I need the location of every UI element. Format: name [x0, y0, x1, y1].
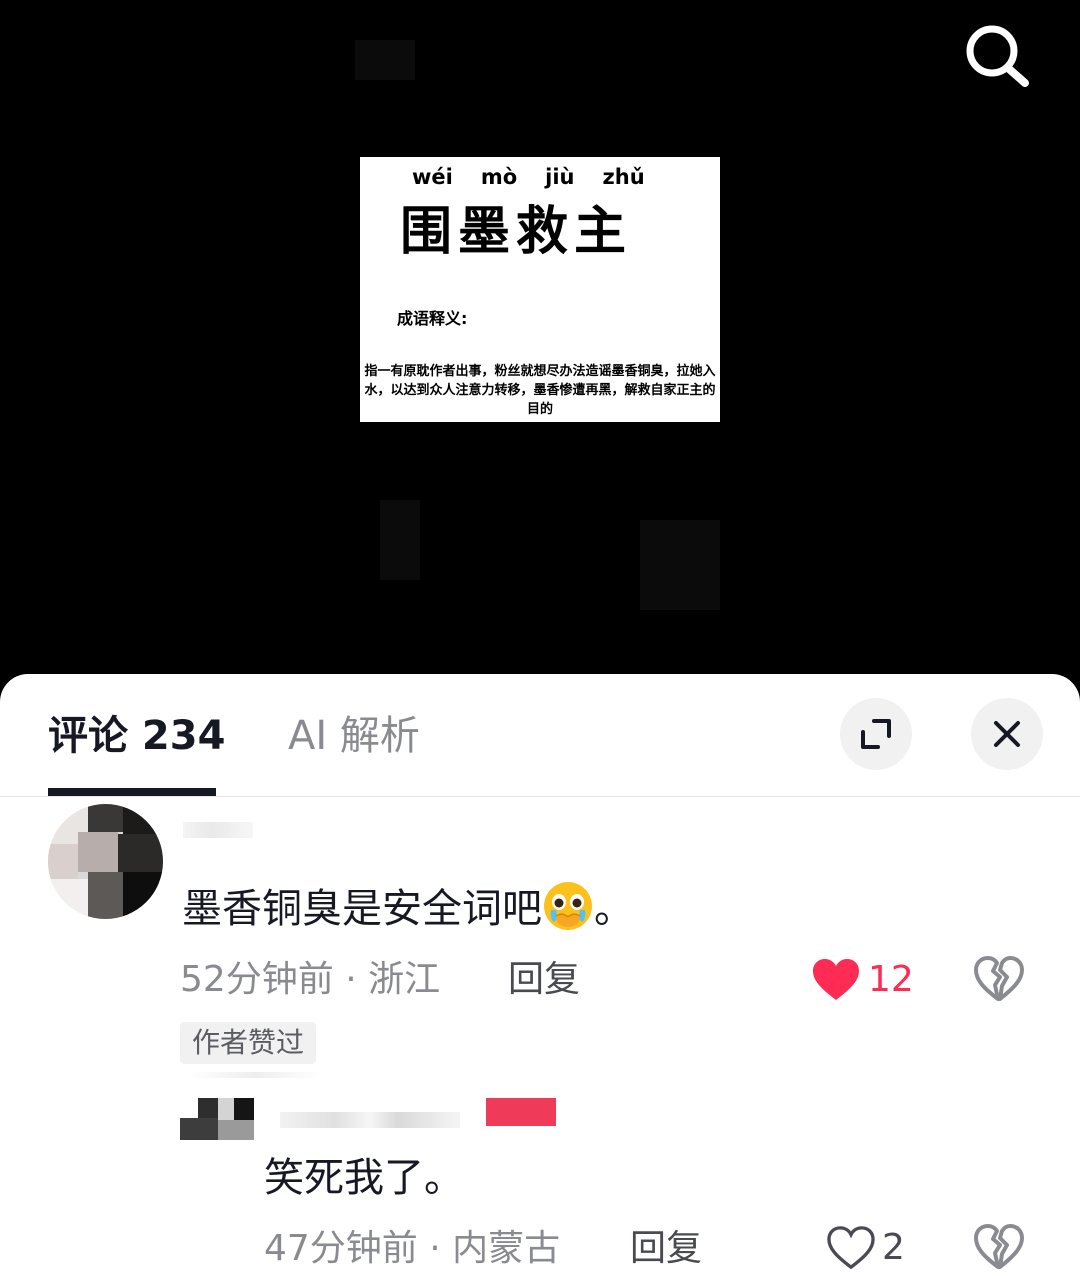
search-icon [966, 25, 1029, 87]
avatar[interactable] [48, 804, 163, 919]
close-button[interactable] [971, 698, 1043, 770]
broken-heart-icon [974, 956, 1024, 1001]
avatar-pixel [123, 804, 163, 834]
divider [190, 1072, 320, 1078]
comment-time-location: 52分钟前 · 浙江 [180, 959, 441, 1000]
avatar-pixel [48, 879, 88, 919]
pinyin-syllable: mò [480, 165, 518, 189]
avatar-pixel [88, 804, 123, 832]
pinyin-syllable: zhǔ [602, 165, 645, 189]
background-shape [380, 500, 420, 580]
like-button[interactable]: 12 [810, 954, 920, 1006]
reply-button[interactable]: 回复 [508, 958, 580, 1002]
comment-text: 笑死我了。 [264, 1155, 464, 1201]
tab-bar: 评论 234 AI 解析 [0, 674, 1080, 797]
avatar-pixel [88, 872, 123, 919]
like-count: 12 [868, 959, 914, 1000]
idiom-title: 围墨救主 [400, 202, 633, 262]
idiom-definition: 指一有原耽作者出事，粉丝就想尽办法造谣墨香铜臭，拉她入水，以达到众人注意力转移，… [364, 364, 716, 417]
heart-outline-icon [827, 1226, 875, 1270]
avatar-pixel [198, 1098, 218, 1120]
heart-filled-icon [813, 959, 859, 1000]
expand-button[interactable] [840, 698, 912, 770]
comment-time-location: 47分钟前 · 内蒙古 [264, 1228, 561, 1269]
idiom-card: wéi mò jiù zhǔ 围墨救主 成语释义: 指一有原耽作者出事，粉丝就想… [360, 157, 720, 422]
close-icon [994, 721, 1020, 747]
idiom-definition-label: 成语释义: [397, 309, 468, 328]
author-tag-redacted [486, 1098, 556, 1126]
avatar-pixel [123, 872, 163, 919]
background-shape [355, 40, 415, 80]
username-redacted[interactable] [183, 822, 253, 838]
broken-heart-icon [974, 1224, 1024, 1269]
comment-sheet: 评论 234 AI 解析 墨香铜臭是安全词吧 。 52分钟前 · 浙江 回复 1… [0, 674, 1080, 1278]
screen: wéi mò jiù zhǔ 围墨救主 成语释义: 指一有原耽作者出事，粉丝就想… [0, 0, 1080, 1278]
tab-active-indicator [48, 788, 216, 796]
author-liked-badge: 作者赞过 [180, 1022, 317, 1064]
like-count: 2 [882, 1227, 905, 1268]
reply-button[interactable]: 回复 [630, 1227, 702, 1271]
comment-text: 墨香铜臭是安全词吧 。 [182, 880, 634, 935]
comment-suffix: 。 [594, 886, 634, 932]
dislike-button[interactable] [972, 954, 1024, 1004]
avatar-pixel [48, 844, 78, 879]
avatar[interactable] [180, 1098, 254, 1140]
tab-ai-analysis[interactable]: AI 解析 [288, 712, 420, 760]
like-button[interactable]: 2 [826, 1222, 916, 1274]
idiom-pinyin: wéi mò jiù zhǔ [410, 165, 670, 189]
pinyin-syllable: jiù [545, 165, 575, 189]
tab-comments[interactable]: 评论 234 [48, 712, 225, 760]
crying-face-emoji-icon [544, 882, 592, 930]
video-player[interactable]: wéi mò jiù zhǔ 围墨救主 成语释义: 指一有原耽作者出事，粉丝就想… [0, 0, 1080, 690]
expand-icon [861, 719, 891, 749]
avatar-pixel [180, 1098, 198, 1118]
avatar-pixel [180, 1118, 218, 1140]
comment-body: 墨香铜臭是安全词吧 [182, 886, 542, 932]
avatar-pixel [118, 834, 163, 872]
avatar-pixel [78, 832, 118, 872]
avatar-pixel [218, 1120, 254, 1140]
dislike-button[interactable] [972, 1222, 1024, 1272]
avatar-pixel [218, 1098, 234, 1120]
background-shape [640, 520, 720, 610]
username-redacted[interactable] [280, 1112, 460, 1128]
search-button[interactable] [958, 18, 1038, 94]
pinyin-syllable: wéi [412, 165, 453, 189]
avatar-pixel [234, 1098, 254, 1120]
